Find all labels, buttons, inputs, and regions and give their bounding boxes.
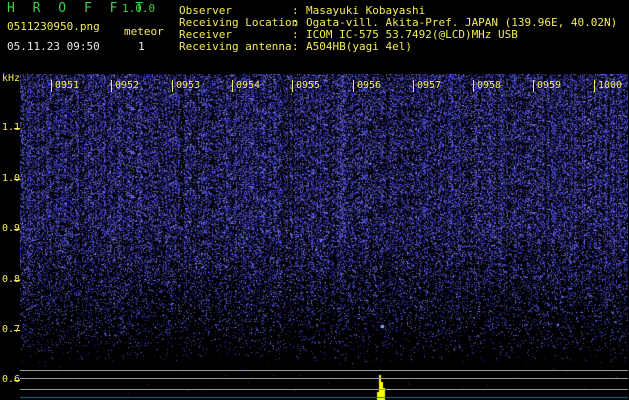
y-tick-mark (14, 380, 20, 381)
x-tick-label: 0955 (296, 80, 321, 91)
observer-value: Masayuki Kobayashi (306, 4, 426, 17)
x-tick-label: 0959 (537, 80, 562, 91)
y-tick-mark (14, 179, 20, 180)
x-tick-mark (51, 80, 52, 92)
file-name: 0511230950.png (7, 20, 100, 33)
y-tick-mark (14, 229, 20, 230)
x-tick-label: 0953 (176, 80, 201, 91)
receiver-value: ICOM IC-575 53.7492(@LCD)MHz USB (306, 28, 518, 41)
location-value: Ogata-vill. Akita-Pref. JAPAN (139.96E, … (306, 16, 618, 29)
receiver-label: Receiver (179, 28, 232, 41)
x-tick-mark (353, 80, 354, 92)
x-tick-mark (232, 80, 233, 92)
reference-line (20, 370, 628, 371)
location-label: Receiving Location (179, 16, 299, 29)
info-separator: : (292, 28, 299, 41)
y-tick-mark (14, 128, 20, 129)
x-tick-mark (473, 80, 474, 92)
meteor-count-label: meteor (124, 25, 164, 38)
x-tick-label: 0956 (357, 80, 382, 91)
reference-line (20, 378, 628, 379)
x-tick-mark (111, 80, 112, 92)
x-tick-label: 0957 (417, 80, 442, 91)
x-tick-label: 0958 (477, 80, 502, 91)
x-tick-mark (172, 80, 173, 92)
info-separator: : (292, 16, 299, 29)
app-version: 1.0.0 (122, 2, 156, 15)
observer-label: Observer (179, 4, 232, 17)
x-tick-label: 0952 (115, 80, 140, 91)
reference-line (20, 389, 628, 390)
spectrogram-canvas (20, 74, 628, 400)
y-tick-mark (14, 330, 20, 331)
x-tick-mark (413, 80, 414, 92)
y-tick-mark (14, 280, 20, 281)
y-axis-unit: kHz (2, 73, 21, 84)
info-separator: : (292, 40, 299, 53)
x-tick-mark (533, 80, 534, 92)
x-tick-label: 0951 (55, 80, 80, 91)
x-tick-mark (292, 80, 293, 92)
x-tick-label: 1000 (598, 80, 623, 91)
x-tick-label: 0954 (236, 80, 261, 91)
info-separator: : (292, 4, 299, 17)
meteor-count-value: 1 (138, 40, 145, 53)
antenna-label: Receiving antenna (179, 40, 292, 53)
x-tick-mark (594, 80, 595, 92)
observation-datetime: 05.11.23 09:50 (7, 40, 100, 53)
antenna-value: A504HB(yagi 4el) (306, 40, 412, 53)
